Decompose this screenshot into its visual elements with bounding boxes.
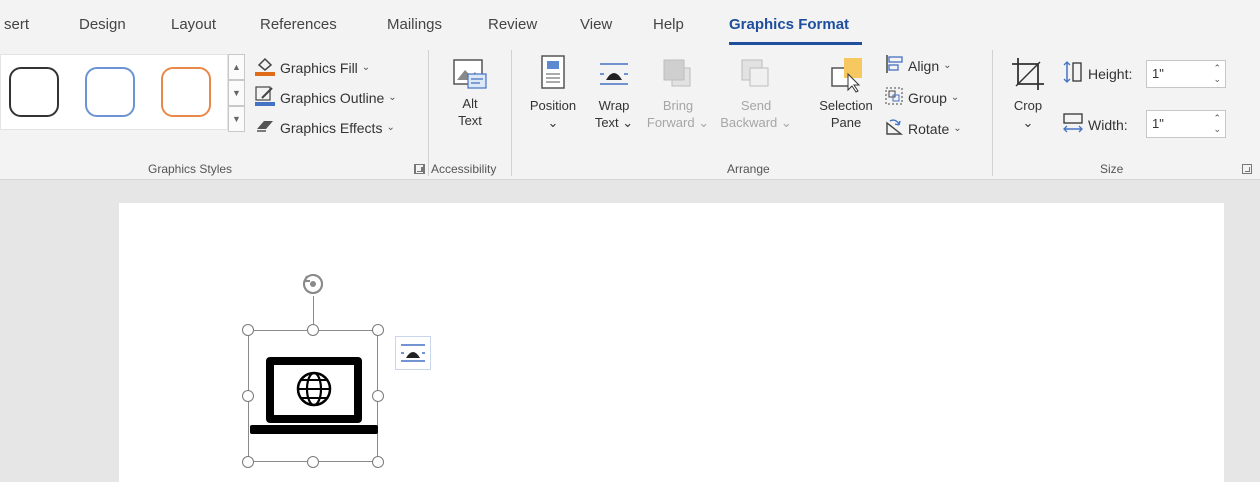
style-swatch-orange[interactable] (161, 67, 211, 117)
chevron-down-icon: ⌄ (1022, 115, 1034, 130)
group-icon (884, 86, 904, 109)
style-swatch-blue[interactable] (85, 67, 135, 117)
graphics-effects-button[interactable]: Graphics Effects ⌄ (254, 117, 395, 138)
align-icon (884, 54, 904, 77)
send-backward-button[interactable]: Send Backward ⌄ (716, 54, 796, 131)
bring-forward-button[interactable]: Bring Forward ⌄ (643, 54, 713, 131)
gallery-scroll-up-button[interactable]: ▲ (228, 54, 245, 80)
paint-bucket-icon (254, 56, 276, 79)
chevron-down-icon: ⌄ (547, 115, 559, 130)
alt-text-button[interactable]: Alt Text (446, 56, 494, 129)
crop-button[interactable]: Crop ⌄ (1006, 54, 1050, 131)
wrap-text-icon (596, 63, 632, 97)
chevron-down-icon: ⌄ (953, 123, 962, 134)
active-tab-indicator (729, 42, 862, 45)
group-label-size: Size (1100, 162, 1124, 176)
group-separator (992, 50, 993, 176)
graphics-outline-button[interactable]: Graphics Outline ⌄ (254, 86, 397, 109)
width-control: Width: (1062, 112, 1128, 137)
gallery-scroll-down-button[interactable]: ▼ (228, 80, 245, 106)
spin-arrows-icon[interactable]: ⌃ ⌄ (1213, 63, 1221, 85)
chevron-down-icon: ⌄ (950, 92, 960, 103)
tab-insert[interactable]: sert (4, 16, 29, 33)
ribbon-tab-bar: sert Design Layout References Mailings R… (0, 0, 1260, 46)
tab-help[interactable]: Help (653, 16, 684, 33)
laptop-globe-icon[interactable] (250, 355, 378, 442)
resize-handle-top-left[interactable] (242, 324, 254, 336)
graphics-styles-gallery (0, 54, 228, 130)
resize-handle-top-right[interactable] (372, 324, 384, 336)
send-backward-second-line: Backward ⌄ (720, 115, 792, 130)
chevron-down-icon: ⌄ (386, 122, 395, 133)
pencil-outline-icon (254, 86, 276, 109)
rotate-icon (884, 117, 904, 140)
rotate-handle-icon[interactable] (299, 270, 327, 303)
spin-arrows-icon[interactable]: ⌃ ⌄ (1213, 113, 1221, 135)
resize-handle-top[interactable] (307, 324, 319, 336)
chevron-down-icon: ⌄ (361, 62, 371, 73)
send-backward-icon (736, 59, 776, 97)
layout-options-button[interactable] (395, 336, 431, 370)
tab-references[interactable]: References (260, 16, 337, 33)
wrap-text-icon (401, 344, 425, 362)
group-label-graphics-styles: Graphics Styles (148, 162, 233, 176)
tab-design[interactable]: Design (79, 16, 126, 33)
gallery-more-button[interactable]: ▼ (228, 106, 245, 132)
wrap-text-second-line: Text ⌄ (594, 115, 634, 130)
effects-icon (254, 117, 276, 138)
group-separator (511, 50, 512, 176)
wrap-text-button[interactable]: Wrap Text ⌄ (589, 54, 639, 131)
bring-forward-icon (658, 59, 698, 97)
graphics-fill-button[interactable]: Graphics Fill ⌄ (254, 56, 370, 79)
alt-text-icon (450, 59, 490, 95)
align-button[interactable]: Align ⌄ (884, 54, 952, 77)
rotate-button[interactable]: Rotate ⌄ (884, 117, 962, 140)
group-label-accessibility: Accessibility (431, 162, 497, 176)
tab-layout[interactable]: Layout (171, 16, 216, 33)
tab-mailings[interactable]: Mailings (387, 16, 442, 33)
height-icon (1062, 61, 1084, 86)
crop-icon (1008, 58, 1048, 97)
resize-handle-bottom-right[interactable] (372, 456, 384, 468)
height-field[interactable]: 1" ⌃ ⌄ (1146, 60, 1226, 88)
group-button[interactable]: Group ⌄ (884, 86, 959, 109)
resize-handle-bottom-left[interactable] (242, 456, 254, 468)
width-icon (1062, 112, 1084, 137)
accessibility-launcher-icon (415, 164, 425, 174)
selection-pane-icon (826, 58, 866, 97)
group-separator (428, 50, 429, 176)
height-control: Height: (1062, 61, 1132, 86)
chevron-down-icon: ⌄ (388, 92, 397, 103)
tab-graphics-format[interactable]: Graphics Format (729, 16, 849, 33)
ribbon: ▲ ▼ ▼ Graphics Fill ⌄ Graphics Outline ⌄ G… (0, 46, 1260, 180)
position-button[interactable]: Position ⌄ (521, 54, 585, 131)
chevron-down-icon: ⌄ (943, 60, 952, 71)
tab-review[interactable]: Review (488, 16, 537, 33)
bring-forward-second-line: Forward ⌄ (646, 115, 710, 130)
tab-view[interactable]: View (580, 16, 612, 33)
group-label-arrange: Arrange (727, 162, 770, 176)
style-swatch-dark[interactable] (9, 67, 59, 117)
selection-pane-button[interactable]: Selection Pane (814, 54, 878, 131)
size-launcher-icon[interactable] (1242, 164, 1252, 174)
position-icon (536, 55, 570, 97)
width-field[interactable]: 1" ⌃ ⌄ (1146, 110, 1226, 138)
resize-handle-bottom[interactable] (307, 456, 319, 468)
